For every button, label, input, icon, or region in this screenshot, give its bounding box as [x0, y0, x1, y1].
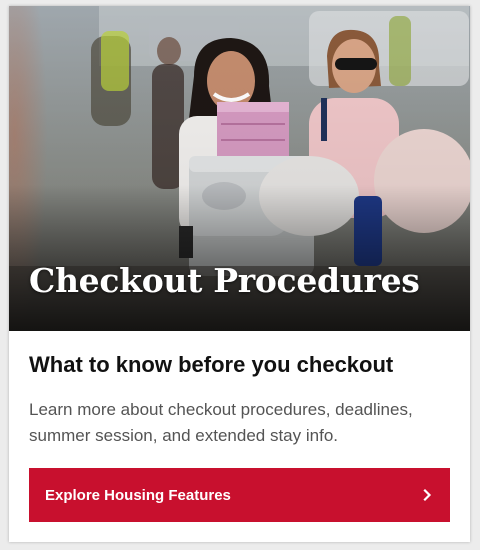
chevron-right-icon	[420, 488, 434, 502]
hero-image: Checkout Procedures	[9, 6, 470, 331]
card-subheading: What to know before you checkout	[29, 352, 394, 377]
cta-label: Explore Housing Features	[45, 486, 231, 504]
explore-housing-features-button[interactable]: Explore Housing Features	[29, 468, 450, 522]
hero-title: Checkout Procedures	[29, 261, 420, 300]
card-content: What to know before you checkout Learn m…	[9, 331, 470, 542]
checkout-procedures-card: Checkout Procedures What to know before …	[9, 6, 470, 542]
card-description: Learn more about checkout procedures, de…	[29, 400, 413, 445]
